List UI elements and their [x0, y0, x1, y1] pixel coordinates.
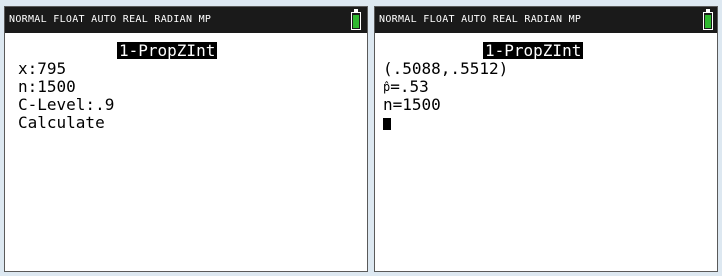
- left-calculator-screen: NORMAL FLOAT AUTO REAL RADIAN MP 1-PropZ…: [4, 6, 368, 272]
- battery-icon: [351, 9, 361, 30]
- battery-fill: [705, 15, 711, 28]
- title-row: 1-PropZInt: [375, 41, 717, 60]
- battery-fill: [353, 15, 359, 28]
- x-input-line[interactable]: x:795: [18, 60, 114, 78]
- battery-icon: [703, 9, 713, 30]
- status-text: NORMAL FLOAT AUTO REAL RADIAN MP: [379, 14, 582, 25]
- screen-title: 1-PropZInt: [117, 41, 218, 60]
- status-text: NORMAL FLOAT AUTO REAL RADIAN MP: [9, 14, 212, 25]
- result-list: (.5088,.5512) p̂=.53 n=1500: [383, 60, 508, 132]
- cursor-line: [383, 114, 508, 132]
- input-list: x:795 n:1500 C-Level:.9 Calculate: [18, 60, 114, 132]
- phat-line: p̂=.53: [383, 78, 508, 96]
- status-bar: NORMAL FLOAT AUTO REAL RADIAN MP: [5, 7, 367, 33]
- n-input-line[interactable]: n:1500: [18, 78, 114, 96]
- calculate-option[interactable]: Calculate: [18, 114, 114, 132]
- calculator-screens: NORMAL FLOAT AUTO REAL RADIAN MP 1-PropZ…: [0, 0, 722, 276]
- right-calculator-screen: NORMAL FLOAT AUTO REAL RADIAN MP 1-PropZ…: [374, 6, 718, 272]
- phat-value: =.53: [390, 77, 429, 96]
- status-bar: NORMAL FLOAT AUTO REAL RADIAN MP: [375, 7, 717, 33]
- confidence-interval: (.5088,.5512): [383, 59, 509, 78]
- n-result-line: n=1500: [383, 95, 441, 114]
- c-level-input-line[interactable]: C-Level:.9: [18, 96, 114, 114]
- cursor-block[interactable]: [383, 118, 391, 130]
- title-row: 1-PropZInt: [61, 41, 367, 60]
- screen-title: 1-PropZInt: [483, 41, 584, 60]
